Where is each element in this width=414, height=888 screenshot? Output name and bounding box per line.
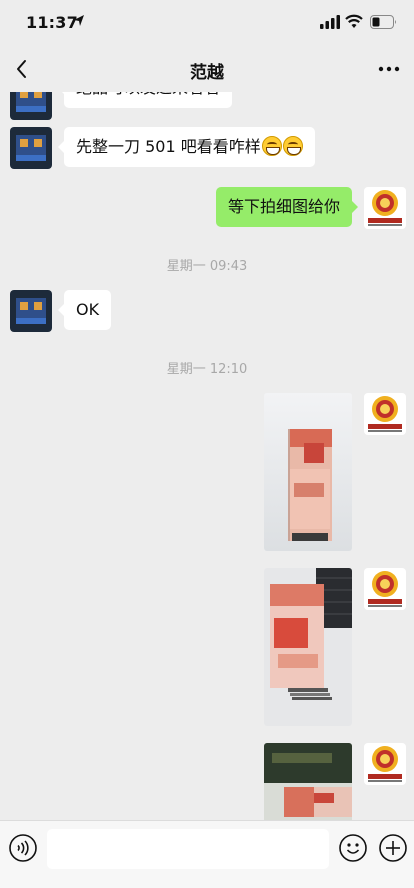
contact-avatar[interactable]: [10, 290, 52, 332]
message-input[interactable]: [47, 829, 329, 869]
image-message[interactable]: [264, 393, 352, 551]
message-bubble-incoming[interactable]: OK: [57, 290, 112, 330]
chat-header: 范越: [0, 46, 414, 92]
grin-emoji-icon: [282, 136, 303, 156]
smiley-icon[interactable]: [338, 833, 368, 863]
message-list[interactable]: 绝品可以发过来看看 先整一刀 501 吧看看咋样 等下拍细图给你 星期一 09:…: [0, 92, 414, 820]
self-avatar[interactable]: [364, 743, 406, 785]
image-message[interactable]: [264, 743, 352, 820]
image-message[interactable]: [264, 568, 352, 726]
message-bubble-incoming[interactable]: 先整一刀 501 吧看看咋样: [58, 127, 315, 167]
grin-emoji-icon: [261, 136, 282, 156]
location-arrow-icon: [74, 15, 84, 26]
status-bar: 11:37: [0, 0, 414, 46]
contact-avatar[interactable]: [10, 127, 52, 169]
wifi-icon: [345, 14, 363, 28]
message-text: 先整一刀 501 吧看看咋样: [76, 137, 261, 156]
battery-icon: [370, 15, 396, 29]
more-dots-icon[interactable]: [374, 54, 404, 84]
self-avatar[interactable]: [364, 393, 406, 435]
chat-title: 范越: [190, 63, 224, 83]
message-timestamp: 星期一 12:10: [166, 362, 248, 377]
message-bubble-outgoing[interactable]: 等下拍细图给你: [215, 187, 359, 227]
signal-icon: [320, 15, 340, 29]
contact-avatar[interactable]: [10, 92, 52, 120]
message-bubble-incoming[interactable]: 绝品可以发过来看看: [57, 92, 233, 108]
plus-circle-icon[interactable]: [378, 833, 408, 863]
status-time: 11:37: [26, 13, 78, 32]
self-avatar[interactable]: [364, 568, 406, 610]
message-timestamp: 星期一 09:43: [166, 259, 248, 274]
input-bar: [0, 820, 414, 888]
self-avatar[interactable]: [364, 187, 406, 229]
voice-icon[interactable]: [8, 833, 38, 863]
